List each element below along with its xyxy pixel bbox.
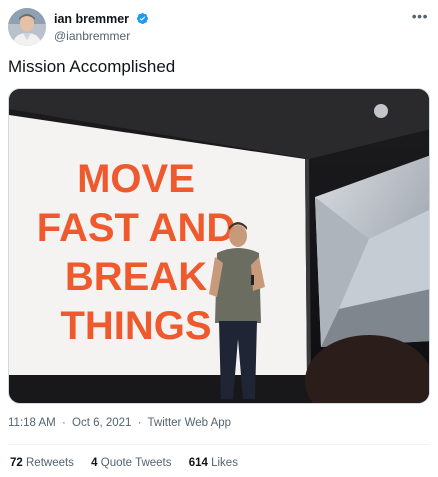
quote-tweets-count: 4: [91, 457, 98, 469]
tweet-stats: 72 Retweets 4 Quote Tweets 614 Likes: [10, 457, 252, 469]
more-options-icon[interactable]: •••: [412, 8, 428, 24]
meta-separator: ·: [137, 417, 142, 429]
tweet-photo[interactable]: MOVE FAST AND BREAK THINGS: [8, 88, 430, 404]
likes-stat[interactable]: 614 Likes: [189, 457, 238, 469]
avatar-image: [8, 8, 46, 46]
quote-tweets-label: Quote Tweets: [100, 457, 172, 469]
divider: [8, 444, 430, 445]
slogan-line-1: MOVE: [77, 157, 195, 201]
stage-photo: MOVE FAST AND BREAK THINGS: [9, 89, 429, 403]
quote-tweets-stat[interactable]: 4 Quote Tweets: [91, 457, 171, 469]
author-handle[interactable]: @ianbremmer: [54, 28, 149, 44]
tweet-time[interactable]: 11:18 AM: [8, 417, 56, 429]
retweets-count: 72: [10, 457, 23, 469]
tweet-date[interactable]: Oct 6, 2021: [72, 417, 131, 429]
tweet-meta: 11:18 AM · Oct 6, 2021 · Twitter Web App: [8, 417, 231, 429]
likes-count: 614: [188, 457, 208, 469]
verified-badge-icon: [137, 12, 149, 25]
slogan-line-4: THINGS: [60, 304, 211, 348]
slogan-line-3: BREAK: [65, 255, 207, 299]
tweet-text: Mission Accomplished: [8, 57, 176, 76]
author-names: ian bremmer @ianbremmer: [54, 10, 149, 44]
tweet-source[interactable]: Twitter Web App: [148, 417, 232, 429]
display-name[interactable]: ian bremmer: [54, 12, 129, 26]
likes-label: Likes: [211, 457, 238, 469]
retweets-stat[interactable]: 72 Retweets: [10, 457, 74, 469]
meta-separator: ·: [61, 417, 66, 429]
avatar[interactable]: [8, 8, 46, 46]
slogan-line-2: FAST AND: [37, 206, 236, 250]
retweets-label: Retweets: [26, 457, 74, 469]
tweet-header: ian bremmer @ianbremmer •••: [8, 8, 430, 48]
